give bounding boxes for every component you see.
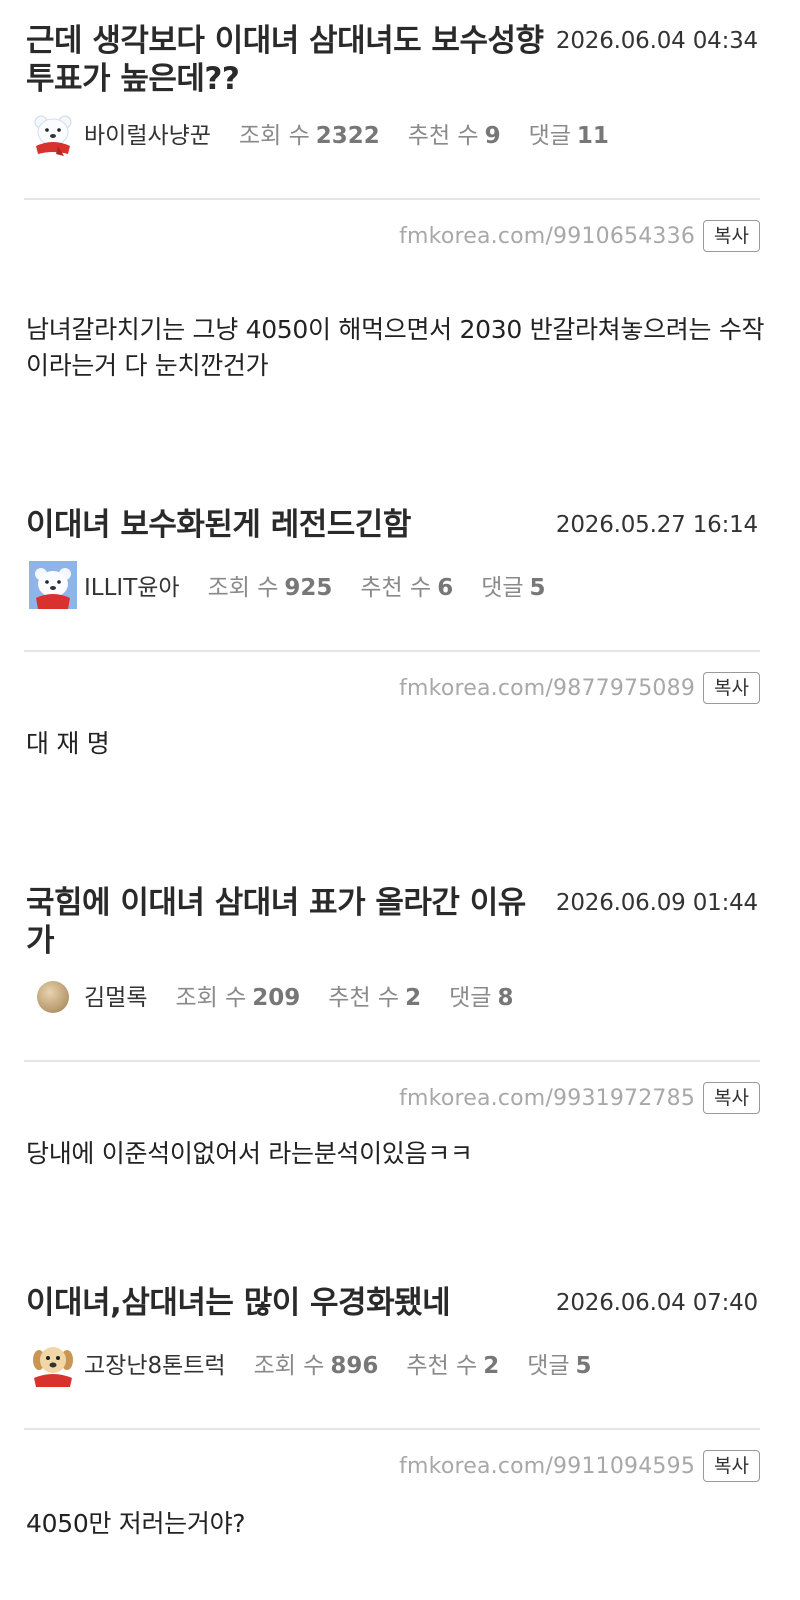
comment-label: 댓글 <box>481 575 524 601</box>
post-date: 2026.06.09 01:44 <box>555 890 758 916</box>
recommend-count: 추천 수9 <box>408 116 501 150</box>
post-date: 2026.06.04 07:40 <box>555 1290 758 1316</box>
comment-count: 댓글 8 <box>449 978 513 1012</box>
view-label: 조회 수 <box>253 1353 325 1379</box>
post-meta: 바이럴사냥꾼 조회 수 2322 추천 수9 댓글 11 <box>28 106 637 160</box>
post-title[interactable]: 이대녀 보수화된게 레전드긴함 <box>26 506 546 544</box>
divider <box>24 1428 760 1430</box>
copy-button[interactable]: 복사 <box>703 1450 760 1482</box>
post-body: 4050만 저러는거야? <box>26 1509 246 1538</box>
divider <box>24 1060 760 1062</box>
view-value: 209 <box>252 985 301 1011</box>
post-url[interactable]: fmkorea.com/9877975089 <box>399 676 695 701</box>
view-label: 조회 수 <box>238 123 310 149</box>
recommend-label: 추천 수 <box>406 1353 478 1379</box>
post-body: 남녀갈라치기는 그냥 4050이 해먹으면서 2030 반갈라쳐놓으려는 수작이… <box>26 315 765 380</box>
author-nickname[interactable]: 바이럴사냥꾼 <box>84 116 211 150</box>
post-title[interactable]: 이대녀,삼대녀는 많이 우경화됐네 <box>26 1284 546 1322</box>
post-url[interactable]: fmkorea.com/9910654336 <box>399 224 695 249</box>
copy-button[interactable]: 복사 <box>703 672 760 704</box>
post-title[interactable]: 국힘에 이대녀 삼대녀 표가 올라간 이유가 <box>26 884 546 960</box>
comment-count: 댓글 5 <box>527 1346 591 1380</box>
comment-value: 11 <box>576 123 609 149</box>
link-row: fmkorea.com/9931972785 복사 <box>399 1082 760 1114</box>
comment-label: 댓글 <box>449 985 492 1011</box>
post-date: 2026.05.27 16:14 <box>555 512 758 538</box>
post-url[interactable]: fmkorea.com/9911094595 <box>399 1454 695 1479</box>
comment-value: 8 <box>497 985 514 1011</box>
comment-count: 댓글 11 <box>529 116 609 150</box>
comment-value: 5 <box>529 575 546 601</box>
link-row: fmkorea.com/9911094595 복사 <box>399 1450 760 1482</box>
recommend-value: 6 <box>437 575 454 601</box>
author-nickname[interactable]: ILLIT윤아 <box>84 568 180 602</box>
post-title[interactable]: 근데 생각보다 이대녀 삼대녀도 보수성향 투표가 높은데?? <box>26 22 546 98</box>
recommend-label: 추천 수 <box>328 985 400 1011</box>
post-meta: 고장난8톤트럭 조회 수 896 추천 수2 댓글 5 <box>28 1336 620 1390</box>
polar-bear-icon <box>28 108 78 158</box>
view-label: 조회 수 <box>175 985 247 1011</box>
post-date: 2026.06.04 04:34 <box>555 28 758 54</box>
recommend-value: 2 <box>483 1353 500 1379</box>
view-count: 조회 수 896 <box>254 1346 379 1380</box>
post-meta: ILLIT윤아 조회 수 925 추천 수6 댓글 5 <box>28 558 574 612</box>
recommend-value: 2 <box>405 985 422 1011</box>
view-value: 2322 <box>315 123 380 149</box>
comment-label: 댓글 <box>527 1353 570 1379</box>
view-count: 조회 수 2322 <box>239 116 380 150</box>
ball-icon <box>28 970 78 1020</box>
comment-count: 댓글 5 <box>481 568 545 602</box>
link-row: fmkorea.com/9877975089 복사 <box>399 672 760 704</box>
link-row: fmkorea.com/9910654336 복사 <box>399 220 760 252</box>
view-count: 조회 수 209 <box>175 978 300 1012</box>
comment-label: 댓글 <box>528 123 571 149</box>
post-meta: 김멀록 조회 수 209 추천 수2 댓글 8 <box>28 968 541 1022</box>
recommend-label: 추천 수 <box>407 123 479 149</box>
post-body: 대 재 명 <box>26 729 110 758</box>
recommend-count: 추천 수2 <box>406 1346 499 1380</box>
recommend-count: 추천 수2 <box>328 978 421 1012</box>
post-body: 당내에 이준석이없어서 라는분석이있음ㅋㅋ <box>26 1139 473 1168</box>
recommend-value: 9 <box>484 123 501 149</box>
post-url[interactable]: fmkorea.com/9931972785 <box>399 1086 695 1111</box>
puppy-icon <box>28 1338 78 1388</box>
recommend-label: 추천 수 <box>360 575 432 601</box>
view-value: 896 <box>330 1353 379 1379</box>
author-nickname[interactable]: 김멀록 <box>84 978 147 1012</box>
view-value: 925 <box>284 575 333 601</box>
copy-button[interactable]: 복사 <box>703 1082 760 1114</box>
divider <box>24 198 760 200</box>
view-count: 조회 수 925 <box>208 568 333 602</box>
view-label: 조회 수 <box>207 575 279 601</box>
comment-value: 5 <box>575 1353 592 1379</box>
author-nickname[interactable]: 고장난8톤트럭 <box>84 1346 226 1380</box>
copy-button[interactable]: 복사 <box>703 220 760 252</box>
polar-bear-icon <box>28 560 78 610</box>
divider <box>24 650 760 652</box>
recommend-count: 추천 수6 <box>360 568 453 602</box>
